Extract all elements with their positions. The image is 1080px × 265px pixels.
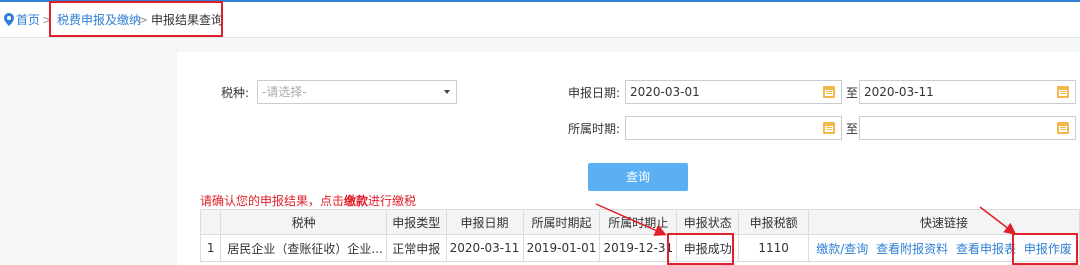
period-from-input[interactable]	[625, 116, 842, 140]
calendar-icon[interactable]	[823, 86, 835, 98]
period-to-input[interactable]	[859, 116, 1076, 140]
pay-query-link[interactable]: 缴款/查询	[816, 242, 868, 256]
highlight-box-status	[667, 233, 734, 265]
table-header: 申报税额	[738, 209, 810, 235]
content-top-padding	[177, 38, 1080, 52]
results-table: 税种 申报类型 申报日期 所属时期起 所属时期止 申报状态 申报税额 快速链接 …	[199, 209, 1080, 262]
breadcrumb-home-label: 首页	[16, 13, 41, 27]
view-attachments-link[interactable]: 查看附报资料	[876, 242, 948, 256]
row-index: 1	[199, 234, 222, 262]
table-header: 税种	[220, 209, 387, 235]
notice-prefix: 请确认您的申报结果，点击	[200, 194, 345, 208]
declare-date-from-input[interactable]: 2020-03-01	[625, 80, 842, 104]
location-pin-icon	[4, 13, 14, 26]
period-label: 所属时期:	[568, 122, 621, 136]
to-label: 至	[846, 122, 859, 136]
tax-type-label: 税种:	[221, 86, 250, 100]
left-panel	[0, 38, 177, 265]
row-period-end: 2019-12-31	[599, 234, 678, 262]
table-row: 1 居民企业（查账征收）企业... 正常申报 2020-03-11 2019-0…	[199, 234, 1080, 262]
row-amount: 1110	[738, 234, 810, 262]
declare-date-to-input[interactable]: 2020-03-11	[859, 80, 1076, 104]
table-header: 申报日期	[445, 209, 524, 235]
table-header-row: 税种 申报类型 申报日期 所属时期起 所属时期止 申报状态 申报税额 快速链接	[199, 209, 1080, 235]
dropdown-caret-icon	[444, 90, 450, 94]
calendar-icon[interactable]	[823, 122, 835, 134]
declare-date-label: 申报日期:	[568, 86, 621, 100]
tax-type-placeholder: -请选择-	[262, 85, 307, 99]
declare-date-to-value: 2020-03-11	[864, 85, 934, 99]
highlight-box-void-link	[1012, 233, 1078, 265]
table-header: 申报类型	[385, 209, 447, 235]
table-header: 所属时期止	[599, 209, 678, 235]
calendar-icon[interactable]	[1057, 122, 1069, 134]
table-header: 快速链接	[808, 209, 1080, 235]
declare-date-from-value: 2020-03-01	[630, 85, 700, 99]
notice-bold: 缴款	[344, 194, 369, 208]
row-declare-type: 正常申报	[385, 234, 447, 262]
table-header	[199, 209, 222, 235]
notice-suffix: 进行缴税	[368, 194, 417, 208]
table-header: 所属时期起	[522, 209, 601, 235]
view-declaration-link[interactable]: 查看申报表	[956, 242, 1016, 256]
query-button[interactable]: 查询	[588, 163, 688, 191]
tax-type-select[interactable]: -请选择-	[257, 80, 457, 104]
calendar-icon[interactable]	[1057, 86, 1069, 98]
highlight-box-breadcrumb	[49, 1, 223, 37]
notice-text: 请确认您的申报结果，点击缴款进行缴税	[200, 192, 416, 209]
to-label: 至	[846, 86, 859, 100]
row-period-start: 2019-01-01	[522, 234, 601, 262]
breadcrumb-home[interactable]: 首页	[4, 2, 40, 38]
row-tax-type: 居民企业（查账征收）企业...	[220, 234, 387, 262]
row-declare-date: 2020-03-11	[445, 234, 524, 262]
table-header: 申报状态	[676, 209, 740, 235]
